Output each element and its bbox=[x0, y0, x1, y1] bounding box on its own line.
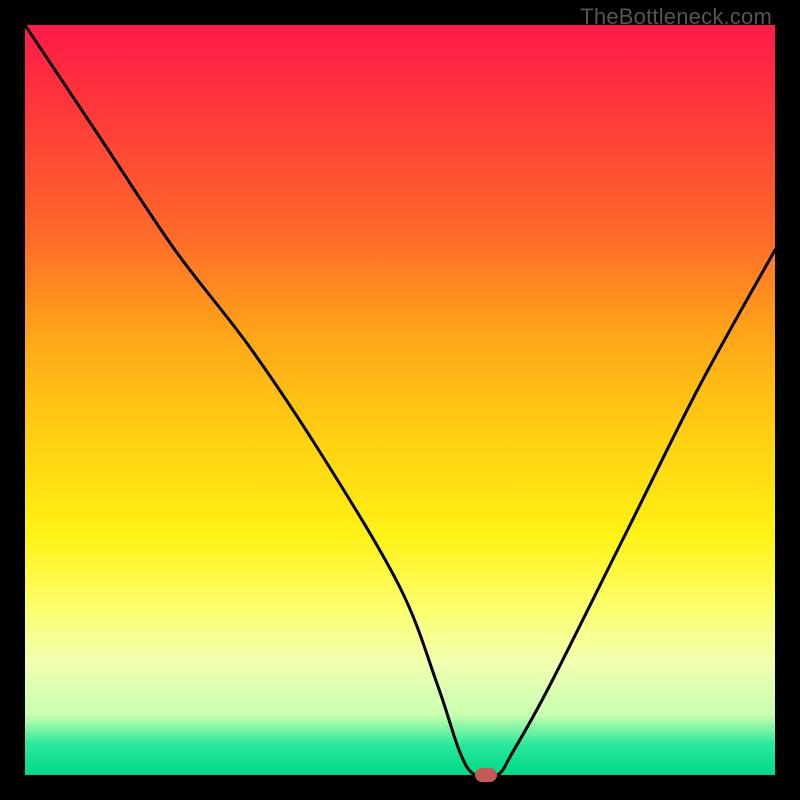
optimal-marker bbox=[475, 768, 497, 782]
bottleneck-curve bbox=[25, 25, 775, 775]
chart-container: TheBottleneck.com bbox=[0, 0, 800, 800]
plot-area bbox=[25, 25, 775, 775]
